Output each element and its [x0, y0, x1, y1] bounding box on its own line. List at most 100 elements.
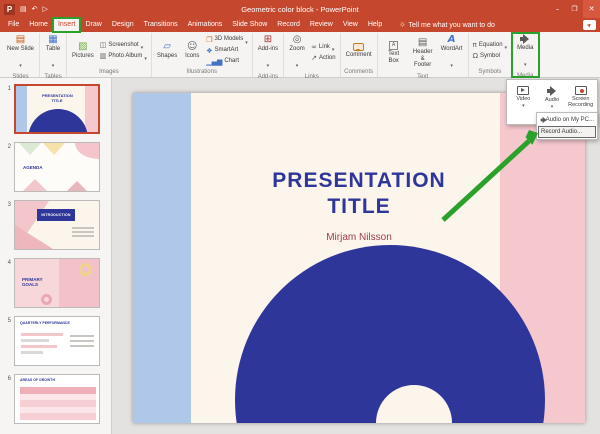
triangle-shape [67, 181, 87, 191]
tab-transitions[interactable]: Transitions [139, 18, 183, 32]
ribbon: ▤ New Slide Slides ▦ Table Tables ▨ [0, 32, 600, 80]
icons-button[interactable]: ☺ Icons [182, 40, 202, 61]
ribbon-group-symbols: π Equation Ω Symbol Symbols [469, 33, 513, 77]
audio-on-my-pc-item[interactable]: Audio on My PC... [538, 114, 596, 126]
text-line [72, 231, 94, 233]
maximize-button[interactable]: ❐ [566, 0, 583, 18]
add-ins-button[interactable]: ⊞ Add-ins [256, 33, 280, 73]
pictures-button[interactable]: ▨ Pictures [70, 40, 96, 61]
ribbon-group-illustrations: ▱ Shapes ☺ Icons ❒ 3D Models ❖ SmartArt [152, 33, 253, 77]
title-bar: P ▤ ↶ ▷ Geometric color block - PowerPoi… [0, 0, 600, 18]
smartart-button[interactable]: ❖ SmartArt [205, 46, 248, 56]
table-button[interactable]: ▦ Table [43, 33, 63, 73]
table-shape [20, 387, 96, 420]
video-menu-item[interactable]: Video [509, 82, 538, 122]
quick-access-toolbar: P ▤ ↶ ▷ [4, 0, 48, 18]
slide-number: 6 [7, 376, 11, 382]
share-icon[interactable]: ➤ [583, 20, 596, 30]
thumbnail-row-6: 6 AREAS OF GROWTH [0, 374, 111, 432]
text-box-button[interactable]: A Text Box [381, 40, 407, 65]
symbol-button[interactable]: Ω Symbol [472, 51, 508, 61]
thumbnail-row-2: 2 AGENDA [0, 142, 111, 200]
close-button[interactable]: ✕ [583, 0, 600, 18]
dropdown-caret-icon [19, 54, 22, 72]
wordart-icon: A [447, 34, 456, 45]
thumbnail-slide-2[interactable]: AGENDA [14, 142, 100, 192]
powerpoint-logo: P [4, 3, 15, 15]
zoom-icon: ◎ [292, 34, 302, 45]
tell-me-search[interactable]: ☼ Tell me what you want to do [399, 18, 495, 32]
thumbnail-slide-3[interactable]: INTRODUCTION [14, 200, 100, 250]
quarter-circle-shape [75, 143, 99, 159]
symbol-icon: Ω [472, 52, 478, 60]
link-icon: ∞ [311, 43, 317, 52]
minimize-button[interactable]: – [549, 0, 566, 18]
comment-button[interactable]: Comment [344, 42, 374, 60]
tab-file[interactable]: File [3, 18, 24, 32]
slide-subtitle-textbox[interactable]: Mirjam Nilsson [209, 232, 509, 243]
header-footer-button[interactable]: ▤ Header & Footer [410, 36, 436, 70]
text-line [70, 335, 94, 337]
save-icon[interactable]: ▤ [20, 0, 27, 18]
tab-animations[interactable]: Animations [183, 18, 228, 32]
action-icon: ↗ [311, 54, 317, 63]
photo-album-icon: ▥ [99, 52, 107, 60]
slide-number: 5 [7, 318, 11, 324]
tab-slide-show[interactable]: Slide Show [227, 18, 272, 32]
slide-number: 2 [7, 144, 11, 150]
slide-number: 1 [7, 86, 11, 92]
dropdown-caret-icon [52, 54, 55, 72]
speaker-icon [540, 116, 546, 124]
present-icon[interactable]: ▷ [43, 0, 48, 18]
slide-editor[interactable]: PRESENTATION TITLE Mirjam Nilsson [133, 93, 585, 423]
photo-album-button[interactable]: ▥ Photo Album [99, 51, 148, 61]
thumb-title: PRIMARY GOALS [22, 277, 43, 287]
tab-review[interactable]: Review [305, 18, 338, 32]
dropdown-caret-icon [144, 47, 147, 65]
dropdown-caret-icon [524, 53, 527, 71]
text-line [70, 340, 94, 342]
screen-recording-icon [574, 86, 587, 95]
comment-icon [353, 42, 365, 52]
link-button[interactable]: ∞ Link [310, 42, 337, 52]
tab-design[interactable]: Design [107, 18, 139, 32]
thumbnail-row-3: 3 INTRODUCTION [0, 200, 111, 258]
shapes-button[interactable]: ▱ Shapes [155, 40, 179, 61]
media-button[interactable]: Media [515, 33, 535, 72]
new-slide-button[interactable]: ▤ New Slide [5, 33, 36, 73]
record-audio-item[interactable]: Record Audio... [538, 126, 596, 138]
thumbnail-slide-1[interactable]: PRESENTATION TITLE [14, 84, 100, 134]
zoom-button[interactable]: ◎ Zoom [287, 33, 307, 73]
bar-shape [21, 345, 57, 348]
blue-dome-shape [28, 109, 88, 132]
lightblue-band-shape [16, 86, 27, 132]
slide-number: 4 [7, 260, 11, 266]
ribbon-group-comments: Comment Comments [341, 33, 378, 77]
ribbon-group-slides: ▤ New Slide Slides [2, 33, 41, 80]
thumbnail-row-5: 5 QUARTERLY PERFORMANCE [0, 316, 111, 374]
thumbnail-slide-4[interactable]: PRIMARY GOALS [14, 258, 100, 308]
wordart-button[interactable]: A WordArt [439, 33, 465, 73]
tab-record[interactable]: Record [272, 18, 305, 32]
ribbon-group-media: Media Media [511, 32, 541, 79]
tab-insert[interactable]: Insert [51, 17, 82, 33]
bar-shape [21, 339, 49, 342]
thumbnail-slide-5[interactable]: QUARTERLY PERFORMANCE [14, 316, 100, 366]
text-line [70, 345, 94, 347]
tab-help[interactable]: Help [363, 18, 387, 32]
thumbnail-slide-6[interactable]: AREAS OF GROWTH [14, 374, 100, 424]
equation-button[interactable]: π Equation [472, 40, 508, 50]
3d-models-button[interactable]: ❒ 3D Models [205, 35, 248, 45]
action-button[interactable]: ↗ Action [310, 53, 337, 63]
slide-canvas[interactable]: PRESENTATION TITLE Mirjam Nilsson [112, 78, 600, 434]
slide-title-textbox[interactable]: PRESENTATION TITLE [259, 168, 459, 220]
screenshot-button[interactable]: ◫ Screenshot [99, 40, 148, 50]
tab-home[interactable]: Home [24, 18, 53, 32]
slide-thumbnail-panel: 1 PRESENTATION TITLE 2 AGENDA 3 INTRODUC… [0, 78, 112, 434]
header-footer-icon: ▤ [417, 37, 428, 48]
tab-view[interactable]: View [338, 18, 363, 32]
3d-models-icon: ❒ [206, 35, 213, 44]
chart-button[interactable]: ▁▄▆ Chart [205, 57, 248, 67]
tab-draw[interactable]: Draw [80, 18, 106, 32]
undo-icon[interactable]: ↶ [32, 0, 38, 18]
